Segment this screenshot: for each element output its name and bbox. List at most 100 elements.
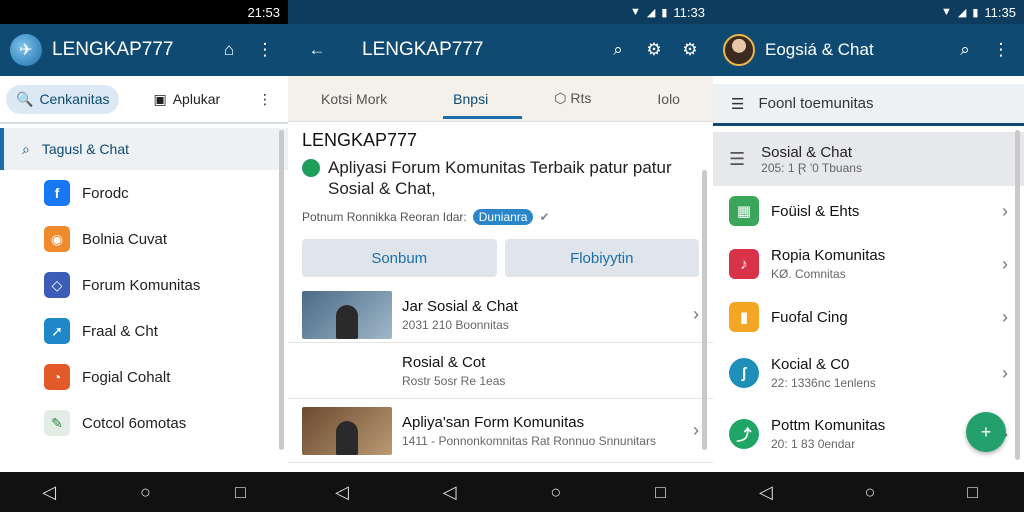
action-buttons: Sonbum Flobiyytin xyxy=(288,233,713,287)
meta-text: Potnum Ronnikka Reoran Idar: xyxy=(302,210,467,224)
list-item[interactable]: f Forodc xyxy=(0,170,288,216)
left-screen: 21:53 ✈ LENGKAP777 ⌂ ⋮ 🔍 Cenkanitas ▣ Ap… xyxy=(0,0,288,512)
status-time: 11:33 xyxy=(673,4,705,20)
home-icon[interactable]: ⌂ xyxy=(216,37,242,63)
list-item-label: Forodc xyxy=(82,184,129,202)
wifi-icon: ▼ xyxy=(941,6,952,18)
list-item-title: Kocial & C0 xyxy=(771,356,850,373)
chevron-right-icon: › xyxy=(693,304,699,324)
list-item[interactable]: ▦ Foüisl & Ehts › xyxy=(713,186,1024,236)
wifi-icon: ▼ xyxy=(630,6,641,18)
list-item-title: Rosial & Cot xyxy=(402,353,486,371)
selected-item-subtitle: 205: 1 Ɽ '0 Tbuans xyxy=(761,160,862,175)
tab-item[interactable]: Kotsi Mork xyxy=(315,79,393,119)
battery-icon: ▮ xyxy=(661,6,668,19)
add-button[interactable]: + xyxy=(966,412,1006,452)
list-item-label: Fogial Cohalt xyxy=(82,368,171,386)
list-item-subtitle: 1411 - Ponnonkomnitas Rat Ronnuo Snnunit… xyxy=(402,433,656,448)
primary-action-button[interactable]: Sonbum xyxy=(302,239,497,277)
signal-icon: ◢ xyxy=(646,6,656,19)
scrollbar[interactable] xyxy=(702,170,707,450)
back-icon[interactable]: ◁ xyxy=(335,482,349,503)
tab-item[interactable]: ⬡ Rts xyxy=(548,78,597,119)
list-item[interactable]: ◉ Bolnia Cuvat xyxy=(0,216,288,262)
facebook-icon: f xyxy=(44,180,70,206)
hero-title: LENGKAP777 xyxy=(302,130,418,150)
list-item-label: Forum Komunitas xyxy=(82,276,201,294)
search-bar[interactable]: ☰ Foonl toemunitas xyxy=(713,84,1024,126)
share-icon: ⤴ xyxy=(729,419,759,449)
list-item[interactable]: ♪ Ropia Komunitas KØ. Comnitas › xyxy=(713,236,1024,292)
post-list: Jar Sosial & Chat 2031 210 Boonnitas › R… xyxy=(288,287,713,463)
system-nav-bar: ◁ ◁ ○ □ xyxy=(288,472,713,512)
more-icon[interactable]: ⋮ xyxy=(252,37,278,63)
chevron-right-icon: › xyxy=(1002,253,1008,274)
music-icon: ♪ xyxy=(729,249,759,279)
system-nav-bar: ◁ ○ □ xyxy=(713,472,1024,512)
tab-communities[interactable]: 🔍 Cenkanitas xyxy=(6,84,120,114)
settings-icon[interactable]: ⚙ xyxy=(677,37,703,63)
list-icon: ☰ xyxy=(729,148,746,169)
chevron-right-icon: › xyxy=(1002,306,1008,327)
social-icon: ◔ xyxy=(44,364,70,390)
search-label: Tagusl & Chat xyxy=(41,141,130,157)
status-dot-icon xyxy=(302,159,320,177)
selected-item[interactable]: ☰ Sosial & Chat 205: 1 Ɽ '0 Tbuans xyxy=(713,132,1024,186)
list-item[interactable]: Jar Sosial & Chat 2031 210 Boonnitas › xyxy=(288,287,713,343)
status-time: 21:53 xyxy=(247,4,280,20)
battery-icon: ▮ xyxy=(972,6,979,19)
gear-icon[interactable]: ⚙ xyxy=(641,37,667,63)
home-nav-icon[interactable]: ○ xyxy=(550,482,561,503)
recents-icon[interactable]: □ xyxy=(967,482,978,503)
tab-item[interactable]: Bnpsi xyxy=(443,79,523,119)
list-item-subtitle: Rostr 5osr Re 1eas xyxy=(402,373,506,388)
more-icon[interactable]: ⋮ xyxy=(988,37,1014,63)
list-item[interactable]: Apliya'san Form Komunitas 1411 - Ponnonk… xyxy=(288,399,713,463)
verified-icon: ✔ xyxy=(539,210,550,224)
back-icon[interactable]: ◁ xyxy=(443,482,457,503)
search-icon: ⌕ xyxy=(22,140,30,157)
back-arrow-icon[interactable]: ← xyxy=(304,37,330,63)
list-item[interactable]: ➚ Fraal & Cht xyxy=(0,308,288,354)
list-item[interactable]: Rosial & Cot Rostr 5osr Re 1eas xyxy=(288,343,713,399)
hero-desc-text: Apliyasi Forum Komunitas Terbaik patur p… xyxy=(328,158,672,198)
search-icon[interactable]: ⌕ xyxy=(605,37,631,63)
chevron-right-icon: › xyxy=(1002,200,1008,221)
shield-icon: ⬡ xyxy=(554,90,571,106)
app-bar: Eogsiá & Chat ⌕ ⋮ xyxy=(713,24,1024,76)
list-item[interactable]: ✎ Cotcol 6omotas xyxy=(0,400,288,446)
tab-item[interactable]: Iolo xyxy=(651,79,686,119)
app-title: LENGKAP777 xyxy=(362,39,484,60)
recents-icon[interactable]: □ xyxy=(235,482,246,503)
list-item[interactable]: ◔ Fogial Cohalt xyxy=(0,354,288,400)
scrollbar[interactable] xyxy=(279,130,284,450)
avatar[interactable] xyxy=(723,34,755,66)
more-icon[interactable]: ⋮ xyxy=(248,85,282,114)
scrollbar[interactable] xyxy=(1015,130,1020,460)
back-icon[interactable]: ◁ xyxy=(759,482,773,503)
secondary-action-button[interactable]: Flobiyytin xyxy=(504,239,699,277)
list-item[interactable]: ◇ Forum Komunitas xyxy=(0,262,288,308)
home-nav-icon[interactable]: ○ xyxy=(865,482,876,503)
recents-icon[interactable]: □ xyxy=(655,482,666,503)
app-icon: ▣ xyxy=(153,90,167,107)
list-item[interactable]: ʃ Kocial & C0 22: 1336nc 1enlens › xyxy=(713,342,1024,404)
search-label: Foonl toemunitas xyxy=(758,95,874,112)
menu-list: f Forodc ◉ Bolnia Cuvat ◇ Forum Komunita… xyxy=(0,170,288,446)
back-icon[interactable]: ◁ xyxy=(42,482,56,503)
folder-icon: ▮ xyxy=(729,302,759,332)
tab-apps[interactable]: ▣ Aplukar xyxy=(143,85,230,114)
list-item-title: Jar Sosial & Chat xyxy=(402,297,518,315)
list-item[interactable]: ▮ Fuofal Cing › xyxy=(713,292,1024,342)
search-icon[interactable]: ⌕ xyxy=(952,37,978,63)
chevron-right-icon: › xyxy=(1002,362,1008,383)
list-item-title: Pottm Komunitas xyxy=(771,417,886,434)
app-title: LENGKAP777 xyxy=(52,39,174,60)
menu-icon[interactable]: ☰ xyxy=(731,95,744,113)
search-row[interactable]: ⌕ Tagusl & Chat xyxy=(0,128,288,170)
hero-section: LENGKAP777 Apliyasi Forum Komunitas Terb… xyxy=(288,122,713,233)
list-item-subtitle: 20: 1 83 0endar xyxy=(771,437,856,451)
home-nav-icon[interactable]: ○ xyxy=(140,482,151,503)
status-bar: 21:53 xyxy=(0,0,288,24)
thumbnail-image xyxy=(302,290,392,339)
